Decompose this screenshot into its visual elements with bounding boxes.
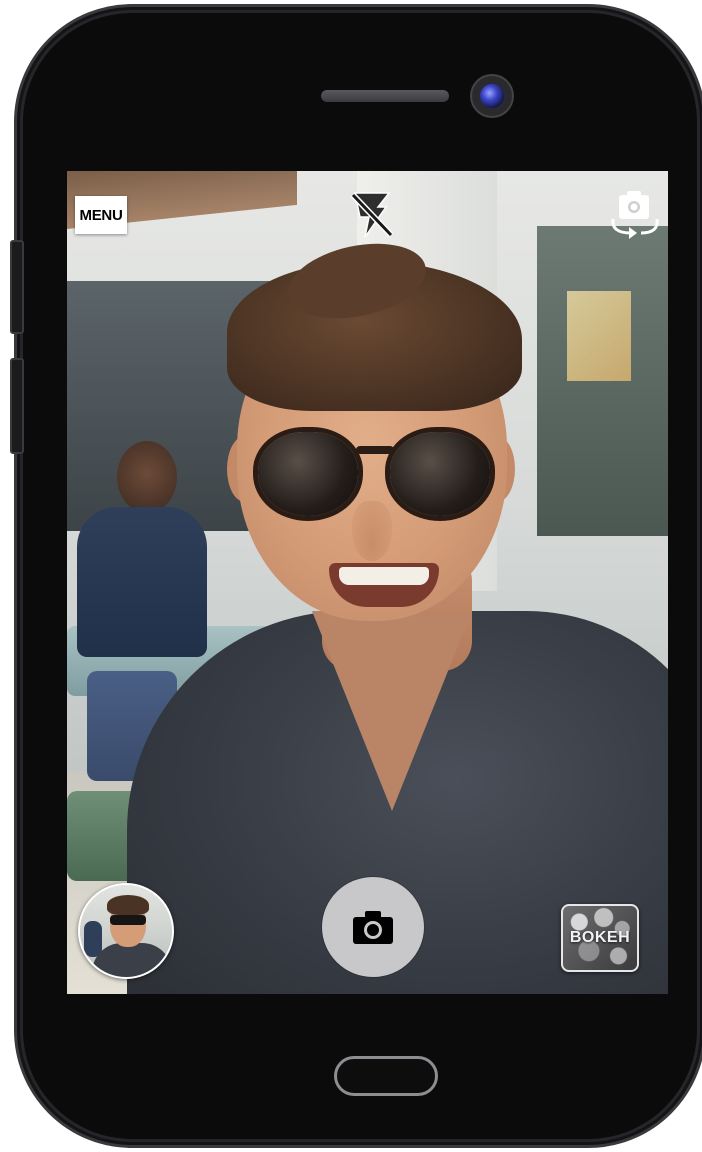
flash-toggle-button[interactable] xyxy=(347,189,397,241)
front-camera-lens xyxy=(472,76,512,116)
menu-label: MENU xyxy=(79,206,123,224)
switch-camera-icon xyxy=(611,191,659,239)
sunglasses xyxy=(252,426,497,526)
volume-up-button[interactable] xyxy=(10,240,24,334)
selfie-subject xyxy=(67,171,668,994)
camera-viewfinder[interactable] xyxy=(67,171,668,994)
bokeh-mode-button[interactable]: BOKEH xyxy=(561,904,639,972)
home-button[interactable] xyxy=(334,1056,438,1096)
gallery-thumbnail[interactable] xyxy=(78,883,174,979)
camera-icon xyxy=(353,911,393,944)
menu-button[interactable]: MENU xyxy=(75,196,127,234)
switch-camera-button[interactable] xyxy=(607,189,663,243)
camera-screen: MENU BOKEH xyxy=(67,171,668,994)
earpiece-speaker xyxy=(321,90,449,102)
bokeh-label: BOKEH xyxy=(569,929,631,946)
flash-off-icon xyxy=(350,192,394,238)
volume-down-button[interactable] xyxy=(10,358,24,454)
shutter-button[interactable] xyxy=(322,877,424,977)
